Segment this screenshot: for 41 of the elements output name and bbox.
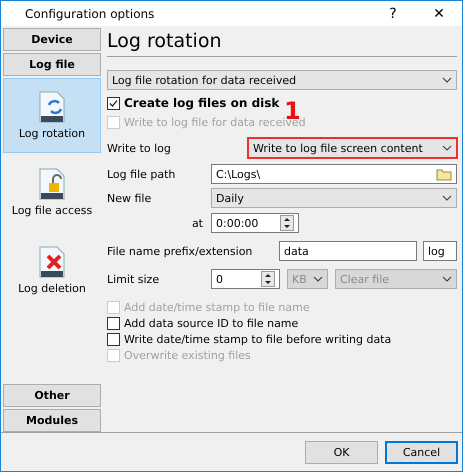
chevron-icon: [442, 145, 452, 151]
close-button[interactable]: ✕: [416, 1, 462, 26]
field-label: File name prefix/extension: [107, 244, 254, 258]
chevron-icon: [313, 276, 323, 282]
chevron-icon: [442, 276, 452, 282]
page-title: Log rotation: [107, 26, 457, 57]
sidebar-item[interactable]: Log file access: [3, 153, 101, 231]
field-label: Write to log: [107, 142, 172, 154]
help-button[interactable]: ?: [370, 1, 416, 26]
lock-document-icon: [39, 168, 65, 200]
arrows-document-icon: [39, 91, 65, 123]
dialog-button[interactable]: OK: [305, 440, 378, 464]
category-button[interactable]: Log file: [3, 53, 101, 76]
sidebar-item[interactable]: Log deletion: [3, 231, 101, 309]
field-label: at: [190, 216, 204, 230]
prefix-input[interactable]: data: [279, 241, 417, 261]
write-to-log-dropdown[interactable]: Write to log file screen content: [248, 138, 457, 158]
checkbox[interactable]: Write date/time stamp to file before writing data: [107, 331, 457, 347]
window-title: Configuration options: [25, 6, 156, 20]
new-file-dropdown[interactable]: Daily: [211, 188, 457, 208]
spinner-arrows-icon[interactable]: [280, 215, 294, 231]
size-spinner[interactable]: 0: [211, 269, 280, 289]
check-icon: [109, 98, 118, 108]
extension-input[interactable]: log: [423, 241, 457, 261]
chevron-icon: [442, 77, 452, 83]
path-input[interactable]: C:\Logs\: [211, 164, 457, 184]
chevron-icon: [442, 195, 452, 201]
field-label: New file: [107, 192, 152, 204]
category-button[interactable]: Other: [3, 384, 101, 407]
dialog-button[interactable]: Cancel: [385, 440, 458, 464]
checkbox[interactable]: Add data source ID to file name: [107, 315, 457, 331]
time-spinner[interactable]: 0:00:00: [211, 213, 299, 233]
folder-icon[interactable]: [436, 168, 452, 180]
field-label: Log file path: [107, 168, 176, 180]
category-button[interactable]: Modules: [3, 409, 101, 432]
category-button[interactable]: Device: [3, 28, 101, 51]
spinner-arrows-icon[interactable]: [261, 271, 275, 287]
mode-dropdown[interactable]: Log file rotation for data received: [107, 70, 457, 90]
cross-document-icon: [39, 246, 65, 278]
field-label: Limit size: [107, 272, 160, 286]
sidebar-item[interactable]: Log rotation: [3, 78, 101, 153]
